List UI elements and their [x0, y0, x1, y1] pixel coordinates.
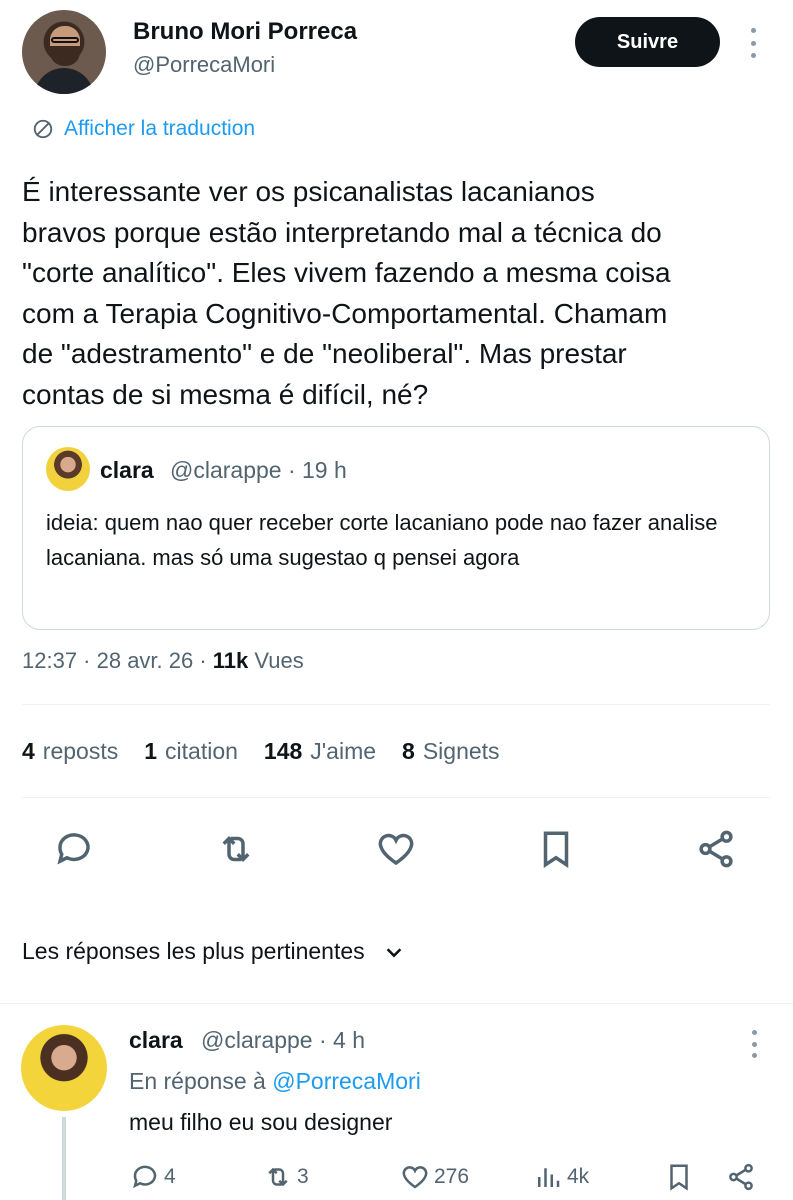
reply-to-mention[interactable]: @PorrecaMori — [272, 1068, 421, 1094]
author-handle[interactable]: @PorrecaMori — [133, 52, 275, 78]
divider — [22, 704, 770, 705]
divider — [0, 1003, 793, 1004]
reply-views-count: 4k — [567, 1165, 590, 1188]
reply-avatar[interactable] — [21, 1025, 107, 1111]
reply-bookmark-button[interactable] — [664, 1162, 694, 1192]
reply-like-button[interactable]: 276 — [400, 1162, 469, 1192]
views-label: Vues — [254, 648, 304, 673]
quote-meta: @clarappe · 19 h — [170, 457, 347, 483]
like-icon[interactable] — [373, 826, 419, 872]
views-icon — [538, 1168, 560, 1187]
stat-citations[interactable]: 1 citation — [144, 738, 238, 765]
reply-more-icon[interactable] — [748, 1030, 760, 1058]
reply-repost-button[interactable]: 3 — [263, 1162, 309, 1192]
chevron-down-icon — [386, 947, 401, 957]
author-avatar[interactable] — [22, 10, 106, 94]
bookmark-icon[interactable] — [533, 826, 579, 872]
tweet-text: É interessante ver os psicanalistas laca… — [22, 176, 671, 410]
timestamp-text: 12:37 · 28 avr. 26 · — [22, 648, 213, 673]
quote-text: ideia: quem nao quer receber corte lacan… — [46, 510, 718, 570]
reply-likes-count: 276 — [434, 1165, 470, 1188]
share-icon — [729, 1163, 753, 1191]
reply-icon[interactable] — [51, 826, 97, 872]
replies-sort-dropdown[interactable]: Les réponses les plus pertinentes — [22, 938, 405, 965]
reply-to: En réponse à @PorrecaMori — [129, 1068, 421, 1095]
reply-meta: @clarappe · 4 h — [201, 1027, 365, 1053]
quote-author-name: clara — [100, 457, 154, 483]
like-icon — [402, 1166, 428, 1189]
stat-likes[interactable]: 148 J'aime — [264, 738, 376, 765]
translate-label: Afficher la traduction — [64, 117, 256, 140]
reply-reply-button[interactable]: 4 — [130, 1162, 176, 1192]
author-name[interactable]: Bruno Mori Porreca — [133, 18, 357, 46]
reply-reposts-count: 3 — [297, 1165, 309, 1188]
sort-label: Les réponses les plus pertinentes — [22, 938, 365, 964]
reply-author-name[interactable]: clara — [129, 1027, 183, 1054]
reply-views-button[interactable]: 4k — [533, 1162, 589, 1192]
tweet-timestamp: 12:37 · 28 avr. 26 · 11k Vues — [22, 648, 304, 674]
follow-button[interactable]: Suivre — [575, 17, 720, 67]
engagement-stats: 4 reposts 1 citation 148 J'aime 8 Signets — [22, 738, 500, 765]
reply-to-prefix: En réponse à — [129, 1068, 266, 1094]
translate-link[interactable]: Afficher la traduction — [32, 117, 255, 141]
thread-line — [62, 1117, 66, 1200]
reply-text: meu filho eu sou designer — [129, 1109, 393, 1135]
reply-icon — [133, 1165, 157, 1189]
quote-avatar — [46, 447, 90, 491]
reply-share-button[interactable] — [726, 1162, 756, 1192]
repost-icon — [268, 1167, 288, 1187]
share-icon[interactable] — [693, 826, 739, 872]
divider — [22, 797, 770, 798]
bookmark-icon — [670, 1164, 688, 1191]
views-count: 11k — [212, 648, 249, 673]
reply-replies-count: 4 — [164, 1165, 176, 1188]
stat-bookmarks[interactable]: 8 Signets — [402, 738, 500, 765]
repost-icon[interactable] — [213, 826, 259, 872]
more-options-icon[interactable] — [745, 28, 761, 58]
stat-reposts[interactable]: 4 reposts — [22, 738, 118, 765]
translate-icon — [33, 119, 53, 139]
